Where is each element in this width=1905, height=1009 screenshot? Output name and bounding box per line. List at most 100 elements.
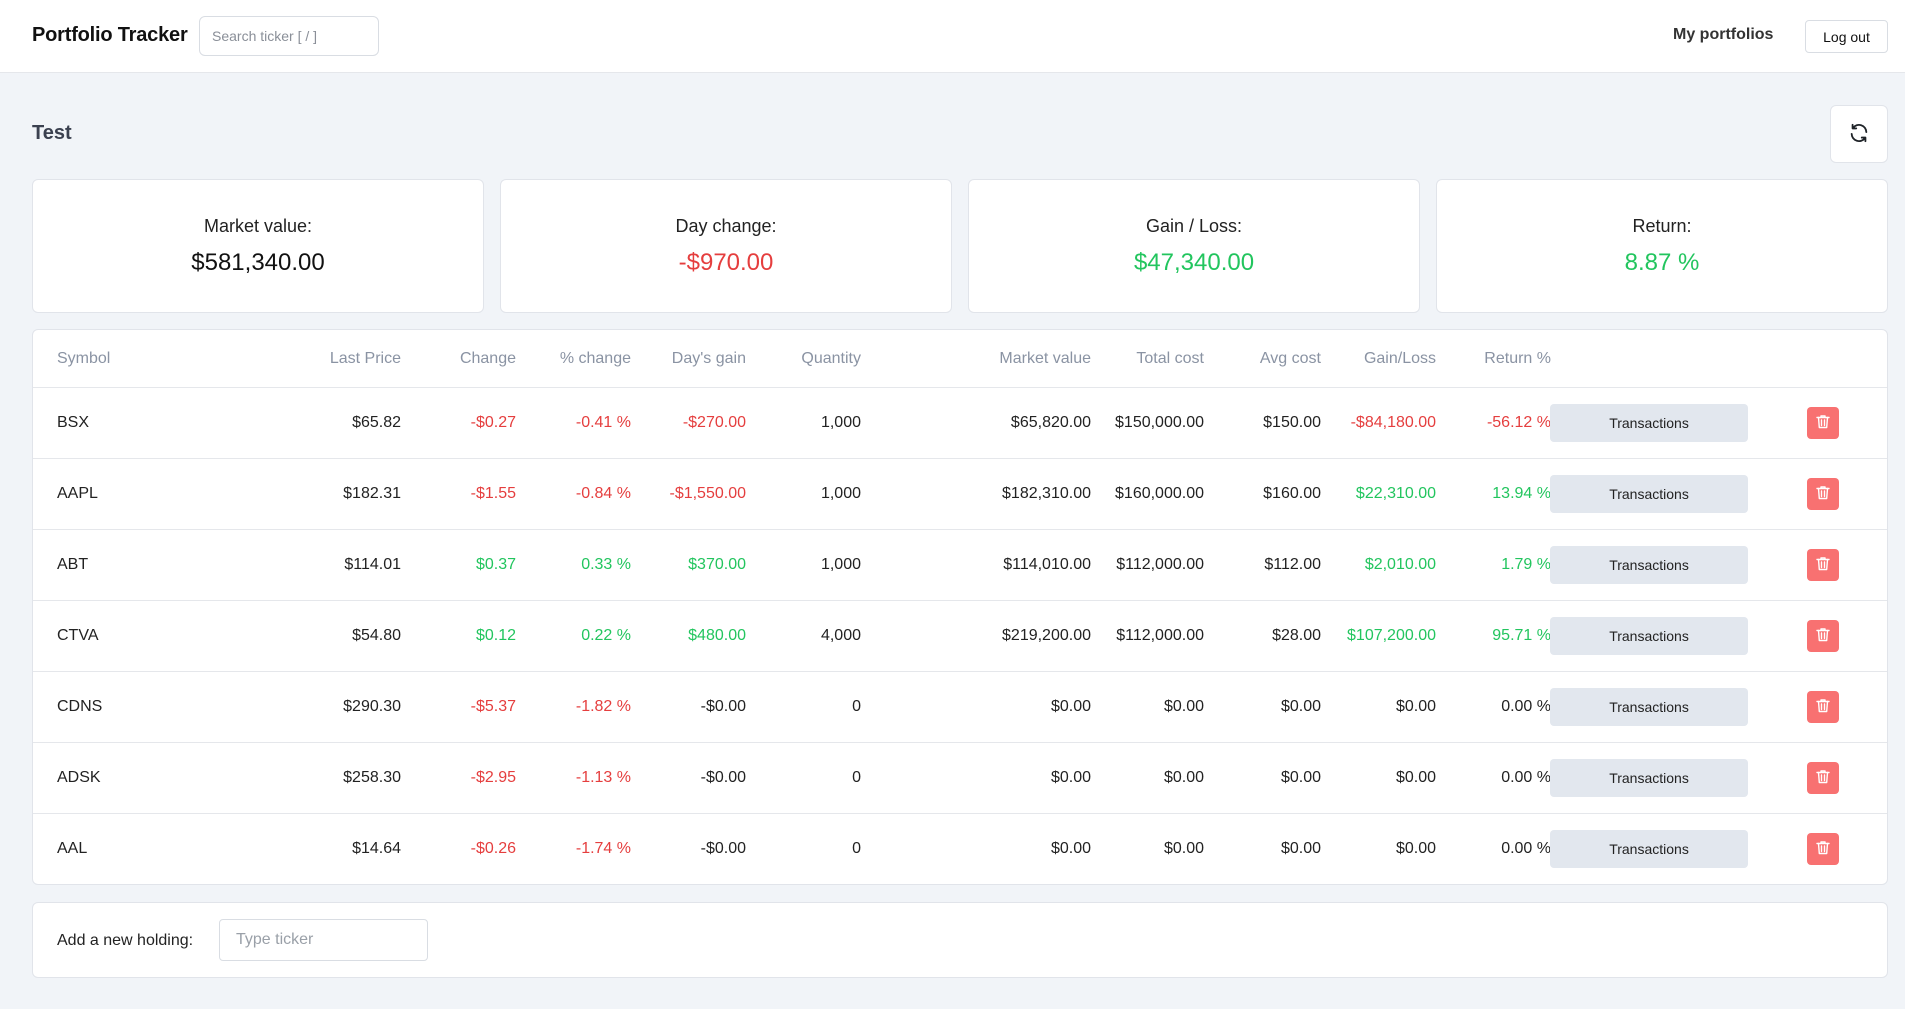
trash-icon [1816,769,1830,787]
cell-gain-loss: $0.00 [1395,769,1436,786]
card-value: -$970.00 [678,249,774,276]
transactions-button[interactable]: Transactions [1550,617,1748,655]
cell-market-value: $219,200.00 [1002,627,1091,644]
cell-quantity: 0 [852,698,861,715]
header-market-value: Market value [999,350,1091,367]
cell-total-cost: $0.00 [1163,769,1204,786]
cell-symbol: CDNS [57,698,103,715]
return-card: Return: 8.87 % [1436,179,1888,313]
table-row-cdns: CDNS $290.30 -$5.37 -1.82 % -$0.00 0 $0.… [33,672,1887,743]
card-label: Market value: [203,216,313,236]
cell-total-cost: $0.00 [1163,698,1204,715]
cell-symbol: AAL [57,840,88,857]
cell-gain-loss: $2,010.00 [1364,556,1436,573]
header-return-pct: Return % [1484,350,1551,367]
cell-market-value: $114,010.00 [1003,556,1091,573]
cell-return-pct: 1.79 % [1501,556,1551,573]
cell-days-gain: -$0.00 [700,840,746,857]
header-days-gain: Day's gain [671,350,746,367]
cell-avg-cost: $0.00 [1280,698,1321,715]
cell-pct-change: -0.41 % [575,414,631,431]
cell-pct-change: 0.22 % [581,627,631,644]
cell-quantity: 1,000 [820,556,861,573]
header-total-cost: Total cost [1136,350,1204,367]
cell-last-price: $290.30 [343,698,401,715]
cell-return-pct: 0.00 % [1501,698,1551,715]
header-symbol: Symbol [57,350,111,367]
my-portfolios-link[interactable]: My portfolios [1673,26,1773,44]
table-row-adsk: ADSK $258.30 -$2.95 -1.13 % -$0.00 0 $0.… [33,743,1887,814]
cell-last-price: $65.82 [352,414,401,431]
cell-quantity: 1,000 [820,414,861,431]
cell-last-price: $258.30 [343,769,401,786]
transactions-button[interactable]: Transactions [1550,759,1748,797]
cell-avg-cost: $0.00 [1280,840,1321,857]
day-change-card: Day change: -$970.00 [500,179,952,313]
delete-holding-button[interactable] [1807,691,1839,723]
add-holding-panel: Add a new holding: [32,902,1888,978]
refresh-button[interactable] [1830,105,1888,163]
cell-quantity: 0 [852,769,861,786]
header-pct-change: % change [559,350,631,367]
app-title[interactable]: Portfolio Tracker [32,24,188,47]
cell-avg-cost: $112.00 [1264,556,1321,573]
delete-holding-button[interactable] [1807,620,1839,652]
cell-total-cost: $150,000.00 [1115,414,1204,431]
table-row-aapl: AAPL $182.31 -$1.55 -0.84 % -$1,550.00 1… [33,459,1887,530]
header-avg-cost: Avg cost [1259,350,1321,367]
transactions-button[interactable]: Transactions [1550,830,1748,868]
trash-icon [1816,698,1830,716]
card-value: $47,340.00 [1133,249,1255,276]
cell-change: -$5.37 [470,698,516,715]
cell-days-gain: -$1,550.00 [669,485,746,502]
cell-last-price: $114.01 [344,556,401,573]
card-value: 8.87 % [1624,249,1700,276]
cell-change: -$2.95 [470,769,516,786]
cell-total-cost: $112,000.00 [1116,627,1204,644]
transactions-button[interactable]: Transactions [1550,475,1748,513]
cell-pct-change: -1.82 % [575,698,631,715]
logout-button[interactable]: Log out [1805,20,1888,53]
card-label: Day change: [675,216,777,236]
delete-holding-button[interactable] [1807,833,1839,865]
cell-change: -$0.27 [470,414,516,431]
delete-holding-button[interactable] [1807,407,1839,439]
table-body: BSX $65.82 -$0.27 -0.41 % -$270.00 1,000… [33,388,1887,884]
summary-cards: Market value: $581,340.00 Day change: -$… [32,179,1888,313]
transactions-button[interactable]: Transactions [1550,546,1748,584]
cell-days-gain: -$0.00 [700,769,746,786]
cell-pct-change: 0.33 % [581,556,631,573]
cell-market-value: $0.00 [1050,698,1091,715]
table-row-abt: ABT $114.01 $0.37 0.33 % $370.00 1,000 $… [33,530,1887,601]
table-header: Symbol Last Price Change % change Day's … [33,330,1887,388]
delete-holding-button[interactable] [1807,478,1839,510]
market-value-card: Market value: $581,340.00 [32,179,484,313]
cell-symbol: AAPL [57,485,98,502]
cell-gain-loss: $107,200.00 [1347,627,1436,644]
cell-market-value: $0.00 [1050,769,1091,786]
search-ticker-input[interactable] [199,16,379,56]
header-last-price: Last Price [329,350,401,367]
trash-icon [1816,627,1830,645]
cell-days-gain: $480.00 [688,627,746,644]
delete-holding-button[interactable] [1807,762,1839,794]
cell-symbol: BSX [57,414,90,431]
cell-return-pct: -56.12 % [1486,414,1551,431]
delete-holding-button[interactable] [1807,549,1839,581]
cell-pct-change: -0.84 % [575,485,631,502]
top-navbar: Portfolio Tracker My portfolios Log out [0,0,1905,73]
cell-last-price: $14.64 [352,840,401,857]
add-ticker-input[interactable] [219,919,428,961]
trash-icon [1816,840,1830,858]
cell-gain-loss: -$84,180.00 [1350,414,1436,431]
transactions-button[interactable]: Transactions [1550,688,1748,726]
transactions-button[interactable]: Transactions [1550,404,1748,442]
trash-icon [1816,556,1830,574]
card-label: Gain / Loss: [1145,216,1243,236]
card-value: $581,340.00 [191,249,325,276]
header-gain-loss: Gain/Loss [1363,350,1436,367]
cell-change: -$0.26 [470,840,516,857]
trash-icon [1816,414,1830,432]
trash-icon [1816,485,1830,503]
cell-return-pct: 0.00 % [1501,840,1551,857]
